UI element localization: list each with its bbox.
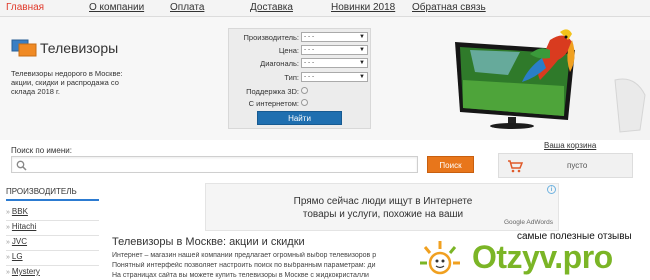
filter-3d-label: Поддержка 3D: xyxy=(246,87,299,96)
filter-price-row: Цена: - - - ▼ xyxy=(229,45,372,57)
sidebar-item-label[interactable]: BBK xyxy=(12,207,28,216)
chevron-down-icon: ▼ xyxy=(359,47,365,53)
nav-feedback[interactable]: Обратная связь xyxy=(412,2,486,13)
cart-title-link[interactable]: Ваша корзина xyxy=(544,141,596,150)
filter-3d-row: Поддержка 3D: xyxy=(229,86,372,98)
sidebar-item-label[interactable]: Hitachi xyxy=(12,222,36,231)
filter-diagonal-label: Диагональ: xyxy=(260,59,299,68)
bullet-icon: » xyxy=(6,239,10,246)
cart-widget[interactable]: пусто xyxy=(498,153,633,178)
filter-type-value: - - - xyxy=(304,73,315,80)
search-icon xyxy=(16,160,27,171)
cart-icon xyxy=(508,160,523,173)
nav-new-2018[interactable]: Новинки 2018 xyxy=(331,2,395,13)
main-paragraph-line: Понятный интерфейс позволяет настроить п… xyxy=(112,262,376,269)
filter-internet-row: С интернетом: xyxy=(229,98,372,110)
sidebar-item-hitachi[interactable]: » Hitachi xyxy=(6,222,99,236)
filter-type-label: Тип: xyxy=(284,73,299,82)
main-paragraph-line: Интернет – магазин нашей компании предла… xyxy=(112,252,377,259)
nav-payment[interactable]: Оплата xyxy=(170,2,204,13)
filter-3d-radio[interactable] xyxy=(301,87,308,94)
filter-price-label: Цена: xyxy=(278,46,299,55)
sidebar-item-lg[interactable]: » LG xyxy=(6,252,99,266)
sidebar-item-mystery[interactable]: » Mystery xyxy=(6,267,99,280)
nav-about[interactable]: О компании xyxy=(89,2,144,13)
filter-price-select[interactable]: - - - ▼ xyxy=(301,45,368,55)
filter-diagonal-select[interactable]: - - - ▼ xyxy=(301,58,368,68)
search-input[interactable] xyxy=(11,156,418,173)
filter-type-row: Тип: - - - ▼ xyxy=(229,72,372,84)
bullet-icon: » xyxy=(6,224,10,231)
cart-status: пусто xyxy=(567,161,588,170)
ad-line-1: Прямо сейчас люди ищут в Интернете xyxy=(293,196,473,207)
bullet-icon: » xyxy=(6,269,10,276)
watermark: самые полезные отзывы Otzyv.pro xyxy=(412,225,650,280)
filter-manufacturer-label: Производитель: xyxy=(243,33,299,42)
nav-home[interactable]: Главная xyxy=(6,2,44,13)
site-description: Телевизоры недорого в Москве: акции, ски… xyxy=(11,69,123,96)
tv-logo-icon xyxy=(11,39,37,57)
filter-panel: Производитель: - - - ▼ Цена: - - - ▼ Диа… xyxy=(228,28,371,129)
chevron-down-icon: ▼ xyxy=(359,74,365,80)
search-button[interactable]: Поиск xyxy=(427,156,474,173)
sidebar-item-label[interactable]: JVC xyxy=(12,237,27,246)
bullet-icon: » xyxy=(6,254,10,261)
ad-info-icon[interactable]: i xyxy=(547,185,556,194)
chevron-down-icon: ▼ xyxy=(359,34,365,40)
mascot-icon xyxy=(420,241,460,275)
filter-manufacturer-row: Производитель: - - - ▼ xyxy=(229,32,372,44)
filter-price-value: - - - xyxy=(304,46,315,53)
sidebar-item-bbk[interactable]: » BBK xyxy=(6,207,99,221)
filter-manufacturer-value: - - - xyxy=(304,33,315,40)
top-navigation: Главная О компании Оплата Доставка Новин… xyxy=(0,0,650,17)
nav-delivery[interactable]: Доставка xyxy=(250,2,293,13)
site-title: Телевизоры xyxy=(40,40,119,56)
chevron-down-icon: ▼ xyxy=(359,60,365,66)
filter-diagonal-row: Диагональ: - - - ▼ xyxy=(229,58,372,70)
sidebar-item-label[interactable]: Mystery xyxy=(12,267,40,276)
ad-banner[interactable]: i Прямо сейчас люди ищут в Интернете тов… xyxy=(205,183,559,231)
bullet-icon: » xyxy=(6,209,10,216)
search-label: Поиск по имени: xyxy=(11,146,72,155)
watermark-logo: Otzyv.pro xyxy=(472,239,613,275)
filter-internet-radio[interactable] xyxy=(301,99,308,106)
find-button[interactable]: Найти xyxy=(257,111,342,125)
sidebar-item-jvc[interactable]: » JVC xyxy=(6,237,99,251)
sidebar-item-label[interactable]: LG xyxy=(12,252,23,261)
filter-type-select[interactable]: - - - ▼ xyxy=(301,72,368,82)
main-paragraph-line: На страницах сайта вы можете купить теле… xyxy=(112,272,369,279)
sidebar-heading: ПРОИЗВОДИТЕЛЬ xyxy=(6,187,99,201)
page-title: Телевизоры в Москве: акции и скидки xyxy=(112,236,305,248)
filter-manufacturer-select[interactable]: - - - ▼ xyxy=(301,32,368,42)
filter-internet-label: С интернетом: xyxy=(248,99,299,108)
filter-diagonal-value: - - - xyxy=(304,59,315,66)
tv-parrot-banner-image xyxy=(455,29,650,140)
